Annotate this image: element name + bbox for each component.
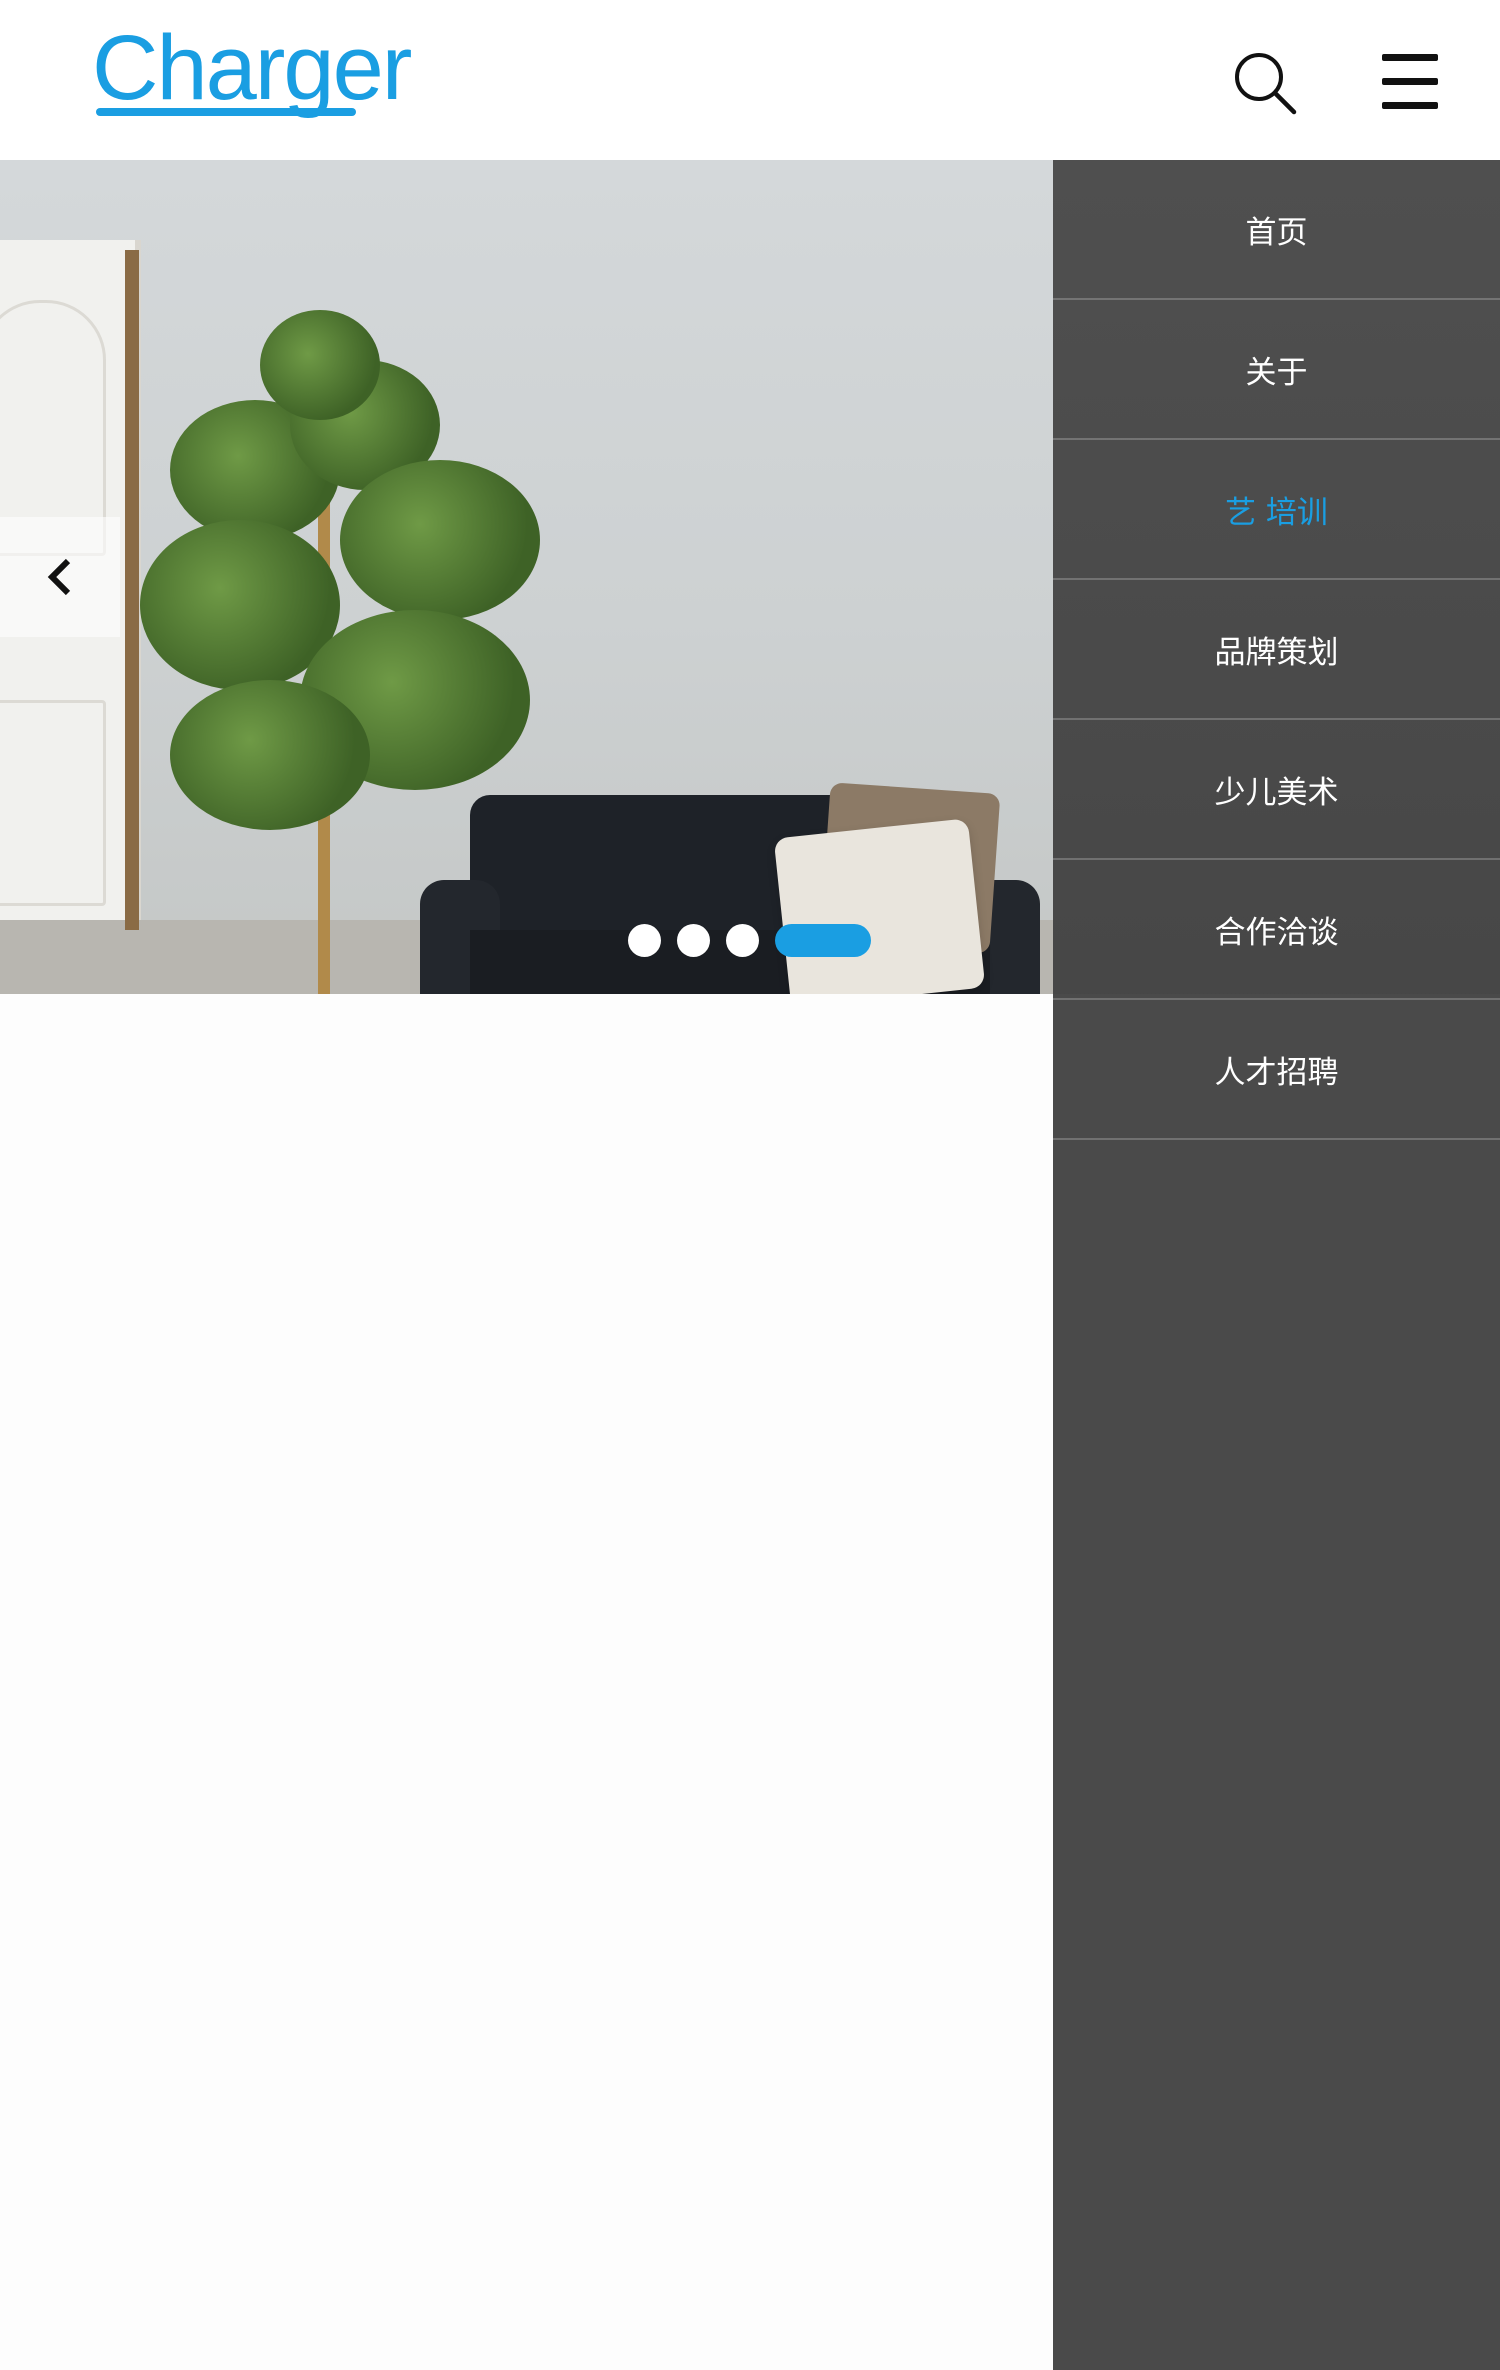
slider-prev-button[interactable] xyxy=(0,517,120,637)
logo-underline xyxy=(96,108,356,116)
nav-item-art-training[interactable]: 艺 培训 xyxy=(1053,440,1500,580)
side-nav-drawer: 首页 关于 艺 培训 品牌策划 少儿美术 合作洽谈 人才招聘 xyxy=(1053,160,1500,2370)
search-icon xyxy=(1235,53,1297,115)
nav-list: 首页 关于 艺 培训 品牌策划 少儿美术 合作洽谈 人才招聘 xyxy=(1053,160,1500,1140)
slider-dot-1[interactable] xyxy=(628,923,661,957)
site-header: Charger xyxy=(0,0,1500,160)
nav-item-brand-planning[interactable]: 品牌策划 xyxy=(1053,580,1500,720)
slider-dot-4-active[interactable] xyxy=(775,923,871,957)
search-button[interactable] xyxy=(1230,48,1300,118)
logo[interactable]: Charger xyxy=(92,22,412,114)
nav-item-about[interactable]: 关于 xyxy=(1053,300,1500,440)
nav-item-recruitment[interactable]: 人才招聘 xyxy=(1053,1000,1500,1140)
slider-dot-3[interactable] xyxy=(726,923,759,957)
slider-pagination xyxy=(628,923,871,957)
chevron-left-icon xyxy=(47,558,71,596)
nav-item-kids-art[interactable]: 少儿美术 xyxy=(1053,720,1500,860)
nav-item-home[interactable]: 首页 xyxy=(1053,160,1500,300)
hamburger-menu-icon[interactable] xyxy=(1378,52,1442,112)
slider-dot-2[interactable] xyxy=(677,923,710,957)
nav-item-cooperation[interactable]: 合作洽谈 xyxy=(1053,860,1500,1000)
